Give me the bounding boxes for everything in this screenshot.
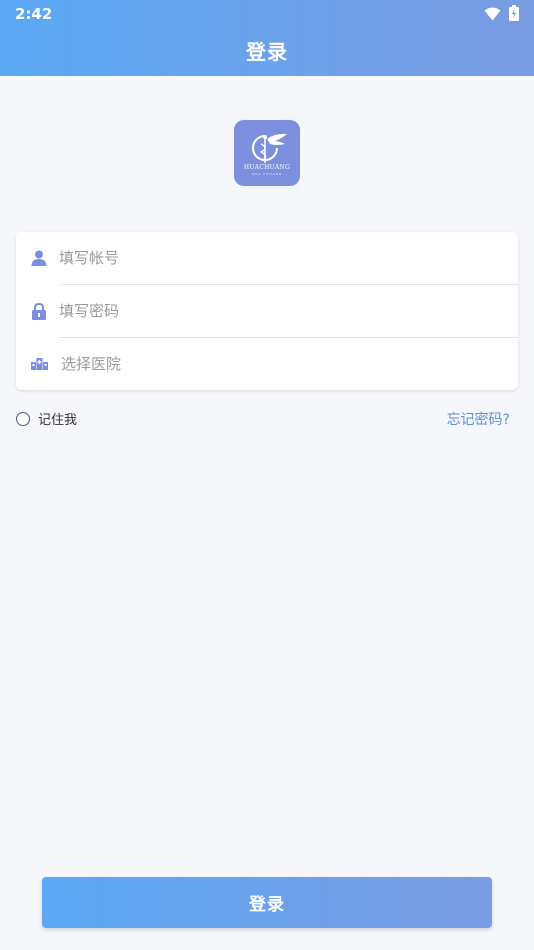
battery-charging-icon — [509, 5, 519, 25]
password-input[interactable] — [59, 296, 499, 326]
account-input[interactable] — [59, 243, 499, 273]
hospital-select[interactable] — [61, 349, 501, 379]
hospital-icon — [30, 355, 48, 373]
page-title: 登录 — [246, 40, 288, 64]
app-header: 2:42 登录 — [0, 0, 534, 76]
login-form — [16, 232, 518, 390]
remember-me-toggle[interactable]: 记住我 — [16, 409, 77, 428]
remember-me-radio[interactable] — [16, 411, 30, 426]
hospital-row[interactable] — [16, 338, 518, 390]
logo-emblem-icon — [252, 133, 287, 163]
lock-icon — [30, 302, 48, 320]
account-row[interactable] — [16, 232, 518, 284]
logo-name: HUACHUANG — [243, 164, 291, 171]
login-button[interactable]: 登录 — [42, 877, 492, 928]
remember-me-label: 记住我 — [38, 413, 78, 428]
wifi-icon — [484, 6, 501, 25]
status-icons — [484, 5, 519, 25]
status-time: 2:42 — [15, 5, 53, 23]
user-icon — [30, 249, 48, 267]
app-logo: HUACHUANG HUA CHUANG — [234, 120, 300, 186]
password-row[interactable] — [16, 285, 518, 337]
forgot-password-link[interactable]: 忘记密码? — [447, 409, 510, 429]
logo-subtitle: HUA CHUANG — [251, 172, 283, 176]
